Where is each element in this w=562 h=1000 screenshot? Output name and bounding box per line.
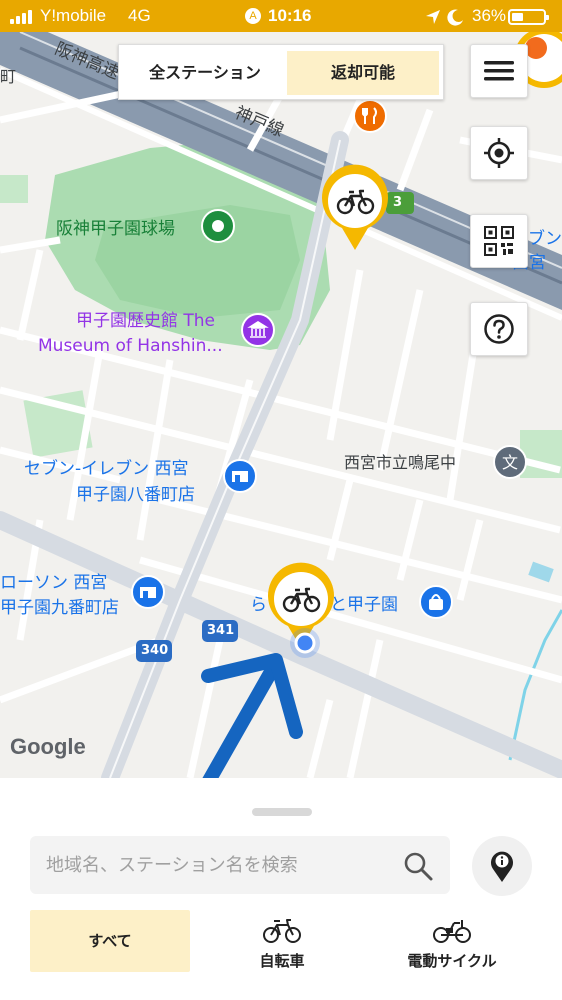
help-icon	[484, 314, 514, 344]
category-bicycle-button[interactable]: 自転車	[222, 910, 342, 972]
signal-icon	[10, 10, 36, 24]
station-filter-toggle: 全ステーション 返却可能	[118, 44, 444, 100]
search-icon[interactable]	[402, 850, 434, 882]
bicycle-icon	[263, 919, 301, 943]
battery-percent: 36%	[472, 6, 507, 25]
map-view[interactable]: 阪神高速 神戸線 町 阪神甲子園球場 甲子園歴史館 The Museum of …	[0, 0, 562, 778]
qr-code-icon	[484, 226, 514, 256]
route-340-label: 340	[141, 643, 169, 658]
search-input[interactable]	[46, 836, 406, 894]
annotation-arrow-icon	[201, 653, 303, 778]
school-poi-icon[interactable]: 文	[492, 444, 528, 480]
town-label: 町	[0, 67, 17, 86]
lawson-poi-icon[interactable]	[130, 574, 166, 610]
info-pin-icon	[491, 851, 513, 882]
category-ebike-button[interactable]: 電動サイクル	[382, 910, 522, 972]
seven-eleven-label-line2[interactable]: 甲子園八番町店	[76, 484, 195, 506]
google-logo: Google	[10, 734, 86, 759]
category-bicycle-label: 自転車	[259, 952, 305, 970]
restaurant-poi-icon[interactable]	[352, 98, 388, 134]
route-341-label: 341	[207, 623, 235, 638]
stadium-poi-icon[interactable]	[200, 208, 236, 244]
route-3-label: 3	[393, 195, 403, 210]
seven-eleven-poi-icon[interactable]	[222, 458, 258, 494]
lawson-label-line2[interactable]: 甲子園九番町店	[0, 597, 119, 619]
carrier-name: Y!mobile	[40, 6, 107, 25]
lalaport-label-b[interactable]: と甲子園	[330, 594, 398, 616]
menu-icon	[484, 61, 514, 81]
museum-label-line2[interactable]: Museum of Hanshin...	[38, 335, 223, 357]
moon-icon	[447, 9, 463, 26]
qr-scan-button[interactable]	[470, 214, 528, 268]
menu-button[interactable]	[470, 44, 528, 98]
help-button[interactable]	[470, 302, 528, 356]
museum-poi-icon[interactable]	[240, 312, 276, 348]
network-type: 4G	[128, 6, 151, 25]
svg-text:文: 文	[502, 453, 518, 472]
school-label[interactable]: 西宮市立鳴尾中	[344, 452, 456, 474]
shopping-bag-poi-icon[interactable]	[418, 584, 454, 620]
locate-button[interactable]	[470, 126, 528, 180]
status-bar: Y!mobile 4G A 10:16 36%	[0, 0, 562, 32]
category-ebike-label: 電動サイクル	[407, 952, 497, 970]
seven-eleven-right-line1[interactable]: ブン	[528, 228, 562, 250]
lawson-label-line1[interactable]: ローソン 西宮	[0, 572, 107, 594]
museum-label-line1[interactable]: 甲子園歴史館 The	[76, 310, 215, 332]
location-arrow-icon	[426, 10, 440, 24]
bottom-panel: すべて 自転車 電動サイクル	[0, 778, 562, 1000]
alarm-icon: A	[245, 8, 261, 24]
search-box[interactable]	[30, 836, 450, 894]
battery-icon	[508, 9, 549, 25]
locate-icon	[484, 138, 514, 168]
stadium-label[interactable]: 阪神甲子園球場	[56, 218, 175, 240]
seven-eleven-label-line1[interactable]: セブン-イレブン 西宮	[24, 458, 189, 480]
bike-station-pin[interactable]	[318, 164, 392, 254]
tab-returnable[interactable]: 返却可能	[287, 51, 439, 95]
ebike-icon	[433, 920, 471, 943]
category-all-button[interactable]: すべて	[30, 910, 190, 972]
station-info-button[interactable]	[472, 836, 532, 896]
tab-all-stations[interactable]: 全ステーション	[125, 51, 285, 95]
drag-handle[interactable]	[252, 808, 312, 816]
clock: 10:16	[268, 6, 312, 25]
